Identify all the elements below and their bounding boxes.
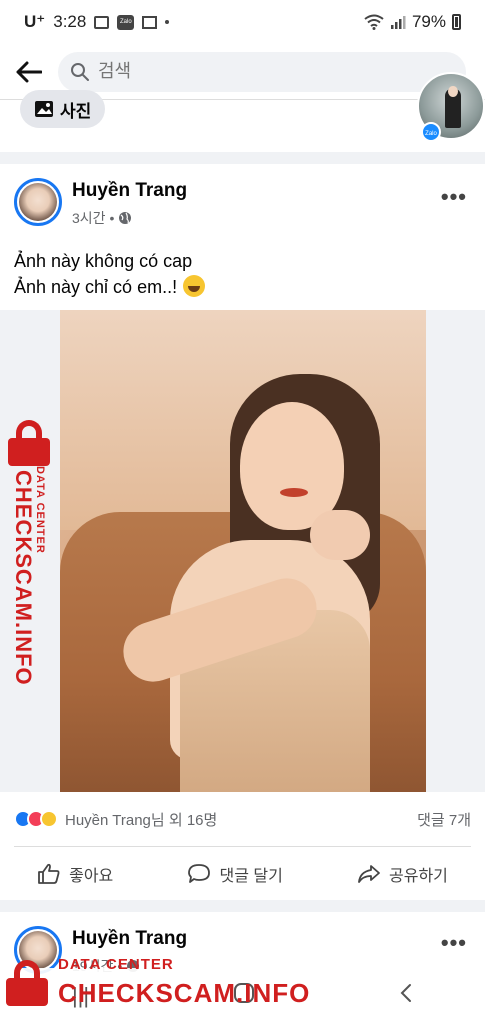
post-time[interactable]: 3시간 (72, 208, 106, 228)
watermark-left: CHECKSCAM.INFO DATA CENTER (4, 420, 56, 686)
carrier-label: U⁺ (24, 12, 46, 31)
globe-icon (119, 212, 132, 224)
share-label: 공유하기 (389, 868, 448, 885)
post-text-line-2-content: Ảnh này chỉ có em..! (14, 277, 178, 297)
author-avatar[interactable] (14, 178, 62, 226)
comment-icon (188, 864, 211, 883)
post-text: Ảnh này không có cap Ảnh này chỉ có em..… (14, 248, 206, 300)
watermark-brand-vertical: CHECKSCAM.INFO (11, 470, 36, 686)
more-icon[interactable]: ••• (441, 930, 467, 956)
watermark-bottom: DATA CENTER CHECKSCAM.INFO (0, 954, 309, 1018)
time-label: 3:28 (53, 12, 87, 31)
reactions-text[interactable]: Huyền Trang님 외 16명 (65, 809, 217, 830)
like-label: 좋아요 (69, 868, 114, 885)
zalo-badge-icon: Zalo (421, 122, 441, 142)
author-name[interactable]: Huyền Trang (72, 180, 187, 202)
haha-reaction-icon (40, 810, 58, 828)
search-box[interactable] (58, 51, 466, 92)
photo-chip-label: 사진 (60, 101, 92, 121)
wifi-icon (364, 14, 384, 30)
reactions-row[interactable]: Huyền Trang님 외 16명 댓글 7개 (14, 804, 471, 834)
more-notifications-icon (165, 20, 170, 24)
watermark-brand: CHECKSCAM.INFO (58, 978, 311, 1008)
lock-icon (4, 960, 50, 1006)
comment-label: 댓글 달기 (219, 868, 283, 885)
comment-button[interactable]: 댓글 달기 (187, 862, 283, 886)
share-icon (358, 865, 380, 883)
search-input[interactable] (98, 61, 438, 82)
photo-icon (35, 101, 53, 117)
divider (14, 846, 471, 847)
nav-back-icon[interactable] (399, 982, 413, 1010)
search-icon (71, 62, 89, 81)
arrow-left-icon (16, 61, 42, 82)
signal-icon (390, 16, 406, 29)
comments-count[interactable]: 댓글 7개 (417, 809, 471, 830)
avatar-face (448, 86, 458, 97)
battery-icon (452, 14, 461, 30)
battery-percent: 79% (411, 12, 446, 31)
like-button[interactable]: 좋아요 (37, 862, 113, 886)
post-text-line-1: Ảnh này không có cap (14, 251, 193, 271)
reaction-icons (14, 810, 58, 828)
post-meta: 3시간 • (72, 208, 132, 228)
photo-filter-chip[interactable]: 사진 (20, 90, 106, 128)
share-button[interactable]: 공유하기 (357, 862, 448, 886)
post-card: Huyền Trang 3시간 • ••• Ảnh này không có c… (0, 164, 485, 900)
status-right: 79% (364, 12, 461, 32)
watermark-data-center-vertical: DATA CENTER (34, 466, 46, 554)
laughing-emoji-icon (183, 275, 206, 297)
app-notification-icon (142, 15, 158, 29)
status-left: U⁺ 3:28 Zalo (24, 12, 170, 32)
thumbs-up-icon (38, 863, 60, 884)
filter-strip: 사진 (0, 90, 485, 152)
lock-icon (6, 420, 52, 466)
post-photo-container[interactable] (0, 310, 485, 792)
status-bar: U⁺ 3:28 Zalo 79% (0, 0, 485, 44)
gallery-notification-icon (94, 15, 110, 29)
back-button[interactable] (14, 57, 44, 87)
post-header: Huyền Trang 3시간 • ••• (14, 178, 471, 230)
more-icon[interactable]: ••• (441, 184, 467, 210)
post-photo[interactable] (60, 310, 426, 792)
post-text-line-2: Ảnh này chỉ có em..! (14, 274, 206, 300)
zalo-notification-icon: Zalo (117, 14, 135, 30)
watermark-data-center: DATA CENTER (58, 956, 174, 973)
meta-separator: • (109, 210, 115, 226)
post-actions: 좋아요 댓글 달기 공유하기 (0, 854, 485, 894)
author-name-2[interactable]: Huyền Trang (72, 928, 187, 950)
